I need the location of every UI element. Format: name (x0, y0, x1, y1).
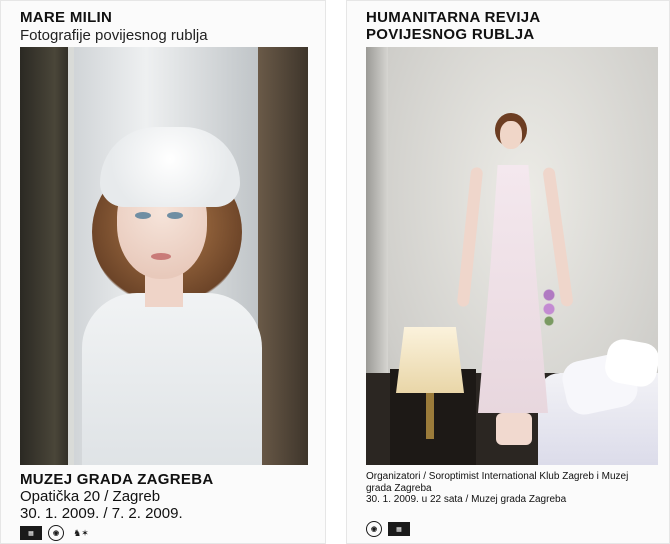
photo-legs (496, 413, 532, 445)
poster-right-organizers: Organizatori / Soroptimist International… (366, 471, 629, 494)
poster-left-dates: 30. 1. 2009. / 7. 2. 2009. (20, 505, 183, 522)
photo-wall (20, 47, 70, 465)
poster-left-artist: MARE MILIN (20, 9, 113, 26)
circle-logo-icon: ◉ (366, 521, 382, 537)
poster-left-logos: ▦ ◉ ♞✶ (20, 525, 92, 541)
museum-logo-icon: ▦ (388, 522, 410, 536)
poster-left-subtitle: Fotografije povijesnog rublja (20, 27, 208, 44)
photo-flowers (542, 287, 556, 327)
poster-right-title-line2: POVIJESNOG RUBLJA (366, 26, 535, 43)
poster-right-date-time: 30. 1. 2009. u 22 sata / Muzej grada Zag… (366, 494, 567, 505)
poster-left-venue: MUZEJ GRADA ZAGREBA (20, 471, 214, 488)
photo-lips (151, 253, 171, 260)
photo-mirror-edge (68, 47, 74, 465)
photo-face (500, 121, 522, 149)
poster-right-title-line1: HUMANITARNA REVIJA (366, 9, 541, 26)
photo-lampshade (396, 327, 464, 393)
photo-dress (82, 293, 262, 465)
photo-lamp-base (426, 393, 434, 439)
poster-right-logos: ◉ ▦ (366, 521, 410, 537)
circle-logo-icon: ◉ (48, 525, 64, 541)
poster-left-photo (20, 47, 308, 465)
photo-eye-right (167, 212, 183, 219)
poster-right-photo (366, 47, 658, 465)
museum-logo-icon: ▦ (20, 526, 42, 540)
photo-eye-left (135, 212, 151, 219)
photo-wood-panel (258, 47, 308, 465)
poster-left-address: Opatička 20 / Zagreb (20, 488, 161, 505)
crest-logo-icon: ♞✶ (73, 527, 89, 538)
photo-lace-cap (100, 127, 240, 207)
